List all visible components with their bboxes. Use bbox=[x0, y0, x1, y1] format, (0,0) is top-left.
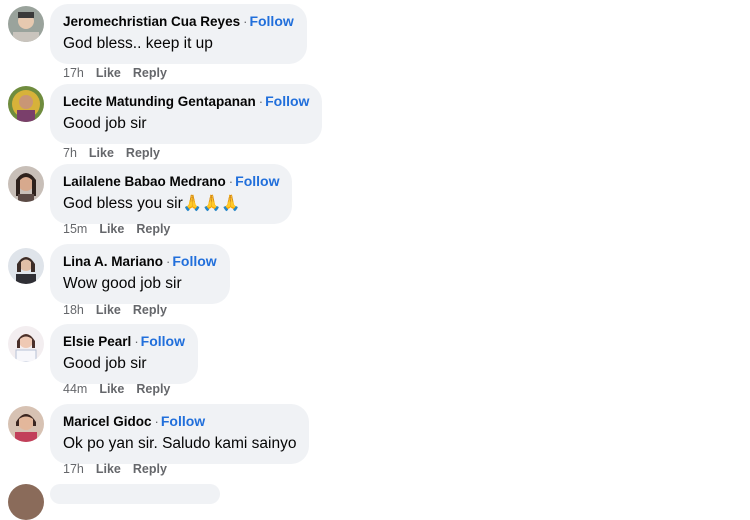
comment-timestamp[interactable]: 44m bbox=[63, 382, 87, 396]
comment-timestamp[interactable]: 18h bbox=[63, 303, 84, 317]
user-avatar-icon bbox=[8, 406, 44, 442]
avatar[interactable] bbox=[8, 326, 44, 362]
comment-header: Maricel Gidoc · Follow bbox=[63, 412, 296, 431]
user-avatar-icon bbox=[8, 166, 44, 202]
comment-author[interactable]: Jeromechristian Cua Reyes bbox=[63, 14, 240, 29]
comment-item: Maricel Gidoc · Follow Ok po yan sir. Salu… bbox=[0, 404, 750, 484]
reply-button[interactable]: Reply bbox=[136, 382, 170, 396]
comment-header: Lailalene Babao Medrano · Follow bbox=[63, 172, 279, 191]
comment-item: Lina A. Mariano · Follow Wow good job sir … bbox=[0, 244, 750, 324]
comment-actions: 15m Like Reply bbox=[63, 222, 182, 236]
comment-header: Elsie Pearl · Follow bbox=[63, 332, 185, 351]
separator-dot: · bbox=[243, 14, 248, 29]
like-button[interactable]: Like bbox=[96, 303, 121, 317]
comment-actions: 44m Like Reply bbox=[63, 382, 182, 396]
comment-bubble: Maricel Gidoc · Follow Ok po yan sir. Salu… bbox=[50, 404, 310, 464]
avatar[interactable] bbox=[8, 6, 44, 42]
comment-actions: 17h Like Reply bbox=[63, 462, 179, 476]
follow-button[interactable]: Follow bbox=[265, 93, 309, 109]
like-button[interactable]: Like bbox=[99, 382, 124, 396]
separator-dot: · bbox=[258, 94, 264, 109]
comment-author[interactable]: Lina A. Mariano bbox=[63, 254, 163, 269]
comment-text: God bless you sir🙏🙏🙏 bbox=[63, 195, 241, 212]
avatar[interactable] bbox=[8, 406, 44, 442]
like-button[interactable]: Like bbox=[96, 66, 121, 80]
comment-bubble: Lailalene Babao Medrano · Follow God bless… bbox=[50, 164, 293, 224]
user-avatar-icon bbox=[8, 86, 44, 122]
comment-author[interactable]: Maricel Gidoc bbox=[63, 414, 152, 429]
comment-bubble bbox=[50, 484, 220, 504]
comment-item: Lecite Matunding Gentapanan · Follow Good … bbox=[0, 84, 750, 164]
comment-timestamp[interactable]: 7h bbox=[63, 146, 77, 160]
avatar[interactable] bbox=[8, 484, 44, 520]
like-button[interactable]: Like bbox=[96, 462, 121, 476]
reply-button[interactable]: Reply bbox=[126, 146, 160, 160]
comment-item: Elsie Pearl · Follow Good job sir 44m Like R… bbox=[0, 324, 750, 404]
reply-button[interactable]: Reply bbox=[133, 66, 167, 80]
comment-author[interactable]: Elsie Pearl bbox=[63, 334, 131, 349]
user-avatar-icon bbox=[8, 248, 44, 284]
comment-bubble: Jeromechristian Cua Reyes · Follow God ble… bbox=[50, 4, 307, 64]
comment-header: Lecite Matunding Gentapanan · Follow bbox=[63, 92, 309, 111]
comment-actions: 7h Like Reply bbox=[63, 146, 172, 160]
avatar[interactable] bbox=[8, 166, 44, 202]
avatar[interactable] bbox=[8, 248, 44, 284]
comment-text: Wow good job sir bbox=[63, 275, 182, 292]
comment-author[interactable]: Lecite Matunding Gentapanan bbox=[63, 94, 256, 109]
comment-item: Lailalene Babao Medrano · Follow God bless… bbox=[0, 164, 750, 244]
separator-dot: · bbox=[134, 334, 139, 349]
comment-author[interactable]: Lailalene Babao Medrano bbox=[63, 174, 226, 189]
comment-actions: 17h Like Reply bbox=[63, 66, 179, 80]
comment-bubble: Lecite Matunding Gentapanan · Follow Good … bbox=[50, 84, 323, 144]
comment-timestamp[interactable]: 15m bbox=[63, 222, 87, 236]
comment-actions: 18h Like Reply bbox=[63, 303, 179, 317]
comment-text: Good job sir bbox=[63, 115, 147, 132]
separator-dot: · bbox=[166, 254, 171, 269]
comment-header: Jeromechristian Cua Reyes · Follow bbox=[63, 12, 294, 31]
comment-timestamp[interactable]: 17h bbox=[63, 66, 84, 80]
comment-text: God bless.. keep it up bbox=[63, 35, 213, 52]
comment-bubble: Elsie Pearl · Follow Good job sir bbox=[50, 324, 198, 384]
comment-header: Lina A. Mariano · Follow bbox=[63, 252, 217, 271]
follow-button[interactable]: Follow bbox=[161, 413, 205, 429]
reply-button[interactable]: Reply bbox=[133, 303, 167, 317]
comment-timestamp[interactable]: 17h bbox=[63, 462, 84, 476]
like-button[interactable]: Like bbox=[89, 146, 114, 160]
user-avatar-icon bbox=[8, 326, 44, 362]
follow-button[interactable]: Follow bbox=[249, 13, 293, 29]
comment-bubble: Lina A. Mariano · Follow Wow good job sir bbox=[50, 244, 230, 304]
like-button[interactable]: Like bbox=[99, 222, 124, 236]
user-avatar-icon bbox=[8, 6, 44, 42]
reply-button[interactable]: Reply bbox=[133, 462, 167, 476]
reply-button[interactable]: Reply bbox=[136, 222, 170, 236]
separator-dot: · bbox=[228, 174, 234, 189]
follow-button[interactable]: Follow bbox=[141, 333, 185, 349]
comment-text: Good job sir bbox=[63, 355, 147, 372]
follow-button[interactable]: Follow bbox=[235, 173, 279, 189]
avatar[interactable] bbox=[8, 86, 44, 122]
follow-button[interactable]: Follow bbox=[172, 253, 216, 269]
separator-dot: · bbox=[154, 414, 159, 429]
comment-text: Ok po yan sir. Saludo kami sainyo bbox=[63, 435, 297, 452]
comment-item: Jeromechristian Cua Reyes · Follow God ble… bbox=[0, 4, 750, 84]
